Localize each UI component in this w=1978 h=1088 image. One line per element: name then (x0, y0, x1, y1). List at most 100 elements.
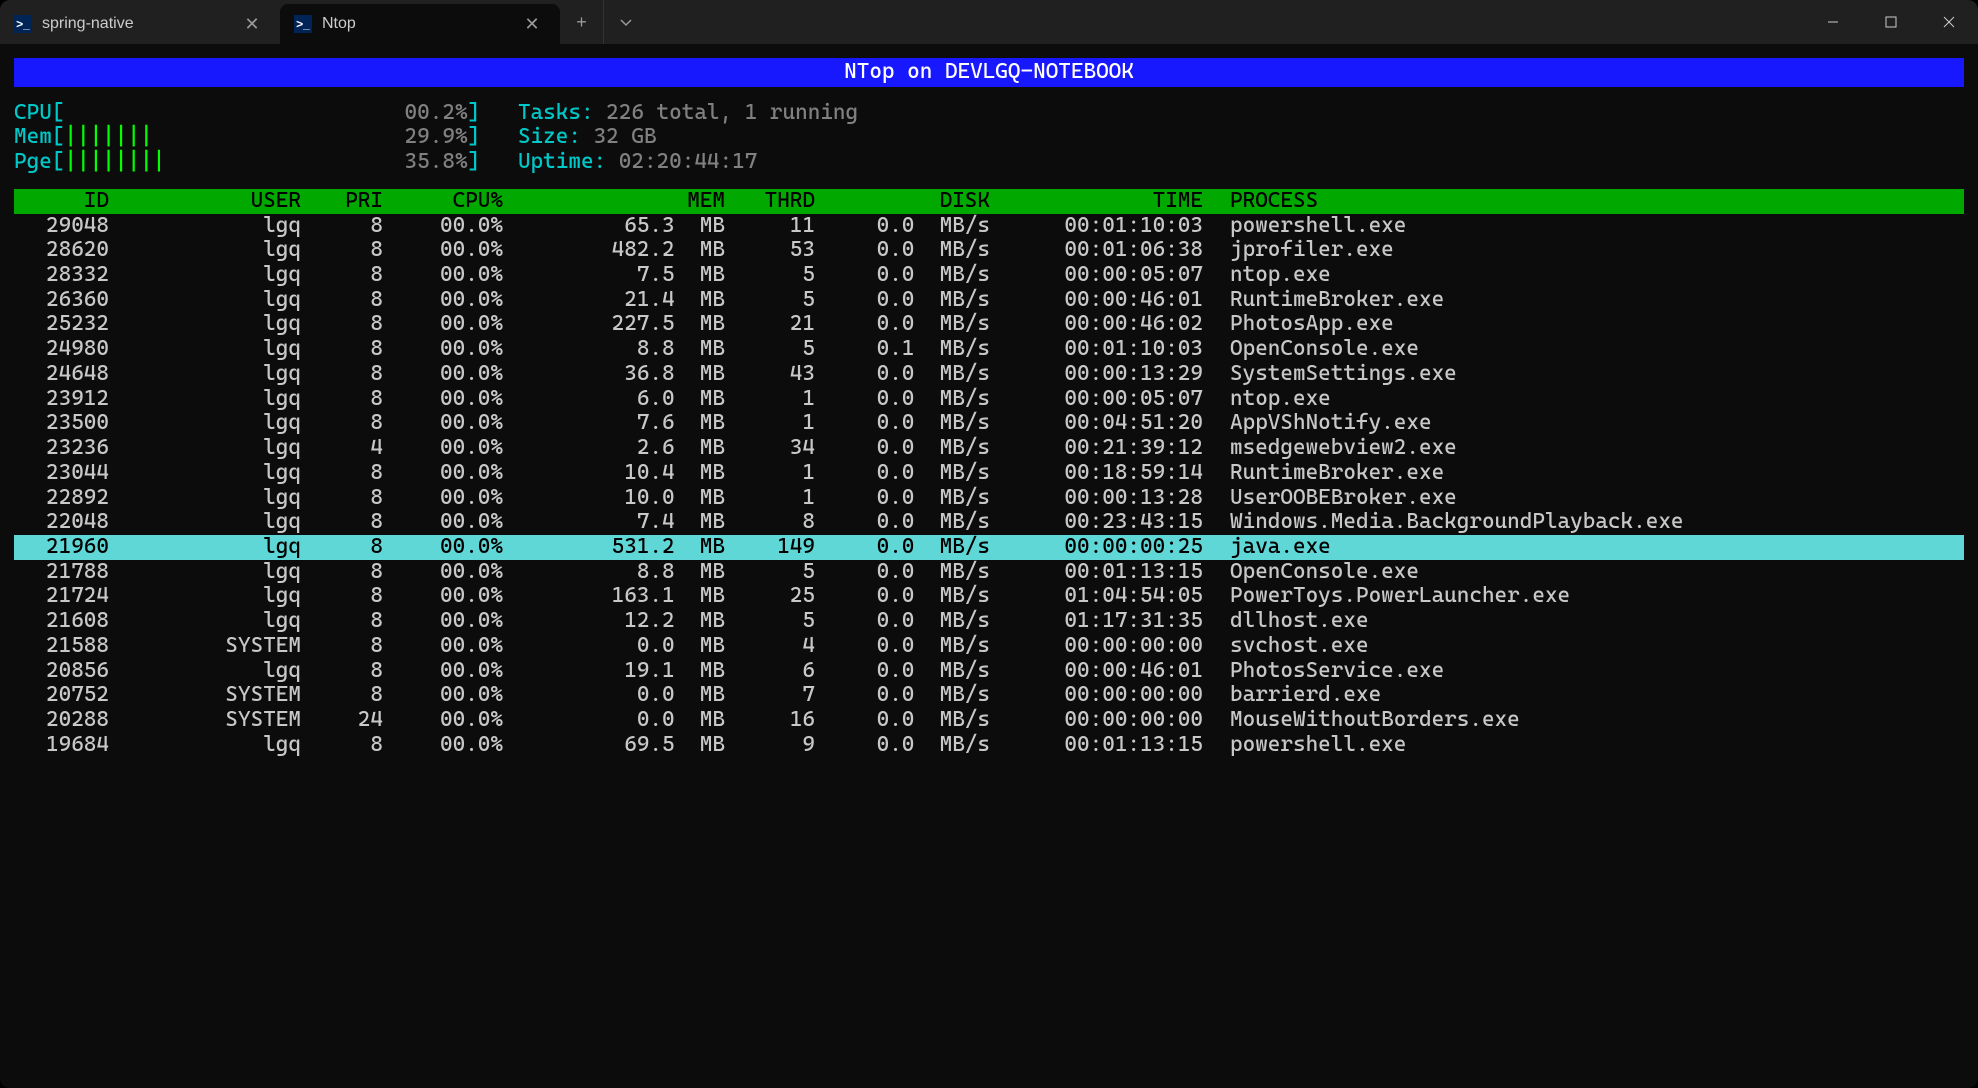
process-row[interactable]: 28620lgq800.0%482.2 MB530.0 MB/s00:01:06… (14, 238, 1964, 263)
cell-time: 00:01:10:03 (990, 214, 1203, 239)
process-row[interactable]: 26360lgq800.0%21.4 MB50.0 MB/s00:00:46:0… (14, 288, 1964, 313)
cell-pri: 8 (301, 510, 383, 535)
cell-thrd: 11 (725, 214, 815, 239)
process-row[interactable]: 23044lgq800.0%10.4 MB10.0 MB/s00:18:59:1… (14, 461, 1964, 486)
process-row[interactable]: 29048lgq800.0%65.3 MB110.0 MB/s00:01:10:… (14, 214, 1964, 239)
terminal-content[interactable]: NTop on DEVLGQ-NOTEBOOK CPU[ 00.2%] Task… (0, 44, 1978, 771)
table-header: ID USER PRI CPU% MEM THRD DISK TIME PROC… (14, 189, 1964, 214)
cell-pri: 8 (301, 214, 383, 239)
process-row[interactable]: 28332lgq800.0%7.5 MB50.0 MB/s00:00:05:07… (14, 263, 1964, 288)
cell-time: 00:18:59:14 (990, 461, 1203, 486)
tab-title: Ntop (322, 15, 356, 33)
cell-cpu: 00.0% (383, 238, 503, 263)
new-tab-button[interactable]: + (560, 0, 604, 44)
window-controls (1804, 0, 1978, 44)
cell-id: 19684 (14, 733, 109, 758)
cell-user: SYSTEM (109, 708, 301, 733)
cell-cpu: 00.0% (383, 362, 503, 387)
process-row[interactable]: 24648lgq800.0%36.8 MB430.0 MB/s00:00:13:… (14, 362, 1964, 387)
powershell-icon: >_ (14, 15, 32, 33)
process-row[interactable]: 22048lgq800.0%7.4 MB80.0 MB/s00:23:43:15… (14, 510, 1964, 535)
cell-mem: 19.1 MB (503, 659, 725, 684)
tab-spring-native[interactable]: >_ spring-native ✕ (0, 4, 280, 44)
cell-process: SystemSettings.exe (1203, 362, 1964, 387)
cell-id: 20288 (14, 708, 109, 733)
close-icon[interactable]: ✕ (522, 14, 542, 34)
cell-pri: 8 (301, 263, 383, 288)
cell-id: 29048 (14, 214, 109, 239)
cell-cpu: 00.0% (383, 411, 503, 436)
header-id: ID (14, 189, 109, 214)
process-row[interactable]: 20856lgq800.0%19.1 MB60.0 MB/s00:00:46:0… (14, 659, 1964, 684)
cell-id: 26360 (14, 288, 109, 313)
cell-thrd: 53 (725, 238, 815, 263)
process-row[interactable]: 21960lgq800.0%531.2 MB1490.0 MB/s00:00:0… (14, 535, 1964, 560)
cell-process: ntop.exe (1203, 263, 1964, 288)
process-row[interactable]: 21588SYSTEM800.0%0.0 MB40.0 MB/s00:00:00… (14, 634, 1964, 659)
cell-mem: 36.8 MB (503, 362, 725, 387)
tasks-label: Tasks: (518, 101, 594, 126)
cell-process: AppVShNotify.exe (1203, 411, 1964, 436)
cell-time: 00:00:05:07 (990, 387, 1203, 412)
cell-id: 21960 (14, 535, 109, 560)
process-row[interactable]: 21724lgq800.0%163.1 MB250.0 MB/s01:04:54… (14, 584, 1964, 609)
cell-id: 23500 (14, 411, 109, 436)
cell-process: svchost.exe (1203, 634, 1964, 659)
cell-thrd: 5 (725, 337, 815, 362)
minimize-button[interactable] (1804, 0, 1862, 44)
process-row[interactable]: 22892lgq800.0%10.0 MB10.0 MB/s00:00:13:2… (14, 486, 1964, 511)
cell-process: RuntimeBroker.exe (1203, 461, 1964, 486)
cell-disk: 0.0 MB/s (815, 560, 990, 585)
dropdown-button[interactable] (604, 0, 648, 44)
cell-cpu: 00.0% (383, 584, 503, 609)
cell-mem: 69.5 MB (503, 733, 725, 758)
cell-mem: 2.6 MB (503, 436, 725, 461)
close-icon[interactable]: ✕ (242, 14, 262, 34)
cell-user: lgq (109, 411, 301, 436)
cell-mem: 0.0 MB (503, 708, 725, 733)
cell-time: 00:00:46:01 (990, 288, 1203, 313)
process-row[interactable]: 21788lgq800.0%8.8 MB50.0 MB/s00:01:13:15… (14, 560, 1964, 585)
process-row[interactable]: 20288SYSTEM2400.0%0.0 MB160.0 MB/s00:00:… (14, 708, 1964, 733)
process-row[interactable]: 19684lgq800.0%69.5 MB90.0 MB/s00:01:13:1… (14, 733, 1964, 758)
header-process: PROCESS (1203, 189, 1964, 214)
cell-pri: 8 (301, 634, 383, 659)
process-row[interactable]: 24980lgq800.0%8.8 MB50.1 MB/s00:01:10:03… (14, 337, 1964, 362)
process-row[interactable]: 21608lgq800.0%12.2 MB50.0 MB/s01:17:31:3… (14, 609, 1964, 634)
process-row[interactable]: 20752SYSTEM800.0%0.0 MB70.0 MB/s00:00:00… (14, 683, 1964, 708)
maximize-button[interactable] (1862, 0, 1920, 44)
tab-ntop[interactable]: >_ Ntop ✕ (280, 4, 560, 44)
cell-cpu: 00.0% (383, 659, 503, 684)
size-label: Size: (518, 125, 581, 150)
process-row[interactable]: 25232lgq800.0%227.5 MB210.0 MB/s00:00:46… (14, 312, 1964, 337)
cell-mem: 482.2 MB (503, 238, 725, 263)
cell-thrd: 4 (725, 634, 815, 659)
cell-mem: 8.8 MB (503, 337, 725, 362)
process-row[interactable]: 23500lgq800.0%7.6 MB10.0 MB/s00:04:51:20… (14, 411, 1964, 436)
cell-disk: 0.0 MB/s (815, 708, 990, 733)
process-row[interactable]: 23912lgq800.0%6.0 MB10.0 MB/s00:00:05:07… (14, 387, 1964, 412)
cell-mem: 65.3 MB (503, 214, 725, 239)
close-button[interactable] (1920, 0, 1978, 44)
cell-time: 00:00:00:00 (990, 683, 1203, 708)
cell-mem: 6.0 MB (503, 387, 725, 412)
cell-thrd: 1 (725, 411, 815, 436)
process-row[interactable]: 23236lgq400.0%2.6 MB340.0 MB/s00:21:39:1… (14, 436, 1964, 461)
cell-pri: 8 (301, 584, 383, 609)
cell-disk: 0.0 MB/s (815, 486, 990, 511)
uptime-value: 02:20:44:17 (619, 150, 758, 175)
cell-user: SYSTEM (109, 683, 301, 708)
mem-row: Mem[||||||| 29.9%] Size: 32 GB (14, 125, 1964, 150)
cell-id: 28620 (14, 238, 109, 263)
cell-user: lgq (109, 436, 301, 461)
cell-id: 24980 (14, 337, 109, 362)
cell-id: 23912 (14, 387, 109, 412)
cell-thrd: 21 (725, 312, 815, 337)
cell-time: 00:00:05:07 (990, 263, 1203, 288)
header-time: TIME (990, 189, 1203, 214)
cell-disk: 0.0 MB/s (815, 584, 990, 609)
cell-process: Windows.Media.BackgroundPlayback.exe (1203, 510, 1964, 535)
cpu-label: CPU (14, 101, 52, 126)
cell-disk: 0.0 MB/s (815, 312, 990, 337)
terminal-window: >_ spring-native ✕ >_ Ntop ✕ + (0, 0, 1978, 1088)
